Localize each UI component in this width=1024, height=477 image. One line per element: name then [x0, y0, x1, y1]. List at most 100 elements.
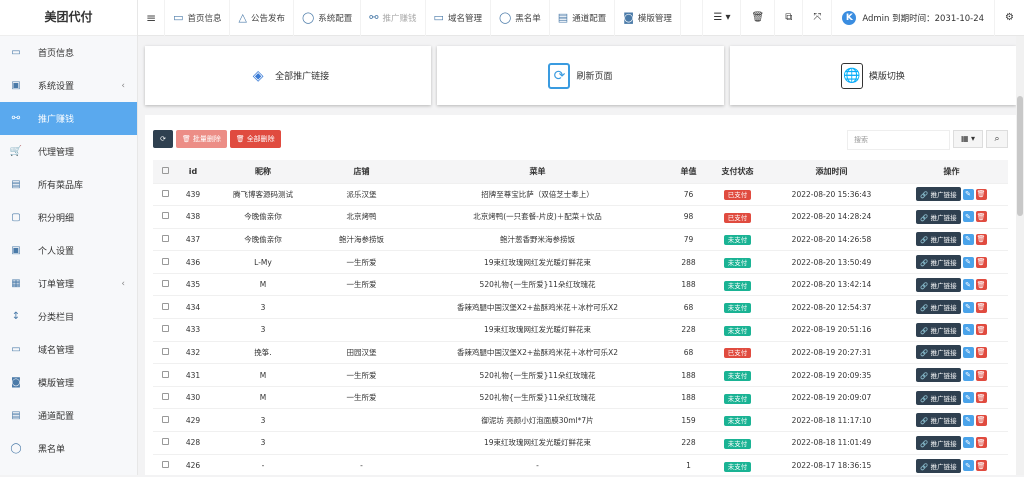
cell-menu: 香辣鸡腿中国汉堡X2+盐酥鸡米花＋冰柠可乐X2	[405, 295, 670, 319]
status-badge: 已支付	[723, 212, 752, 223]
promo-link-button[interactable]: 🔗 推广链接	[916, 187, 961, 202]
edit-button[interactable]: ✎	[962, 256, 974, 268]
sidebar-item[interactable]: ▤ 通道配置	[0, 399, 137, 432]
edit-button[interactable]: ✎	[962, 279, 974, 291]
table-row: 428 3 19束红玫瑰网红发光暖灯鲜花束 228 未支付 2022-08-18…	[153, 431, 1008, 455]
edit-button[interactable]: ✎	[962, 369, 974, 381]
header-tab[interactable]: ◙ 模版管理	[615, 0, 681, 36]
sidebar-item[interactable]: ▭ 域名管理	[0, 333, 137, 366]
header-tab[interactable]: ▭ 域名管理	[426, 0, 491, 36]
row-checkbox[interactable]	[153, 272, 178, 296]
row-checkbox[interactable]	[153, 227, 178, 251]
all-promo-links-card[interactable]: ◈ 全部推广链接	[145, 46, 432, 105]
promo-link-button[interactable]: 🔗 推广链接	[916, 232, 961, 247]
delete-button[interactable]: 🗑	[975, 324, 987, 336]
header-tab[interactable]: △ 公告发布	[230, 0, 294, 36]
header-tab[interactable]: ⚯ 推广赚钱	[361, 0, 426, 36]
menu-toggle-button[interactable]: ≡	[138, 0, 166, 36]
delete-button[interactable]: 🗑	[975, 460, 987, 472]
sidebar-item[interactable]: ⚯ 推广赚钱	[0, 102, 137, 135]
row-checkbox[interactable]	[153, 295, 178, 319]
sidebar-item[interactable]: 🛒 代理管理	[0, 135, 137, 168]
promo-link-button[interactable]: 🔗 推广链接	[916, 390, 961, 405]
edit-button[interactable]: ✎	[962, 437, 974, 449]
edit-button[interactable]: ✎	[962, 211, 974, 223]
edit-button[interactable]: ✎	[962, 392, 974, 404]
columns-button[interactable]: ▦ ▾	[953, 130, 983, 148]
edit-button[interactable]: ✎	[962, 324, 974, 336]
refresh-button[interactable]: ⟳	[153, 130, 173, 148]
user-menu[interactable]: K Admin 到期时间：2031-10-24	[831, 0, 994, 36]
cell-id: 433	[178, 318, 208, 342]
row-checkbox[interactable]	[153, 318, 178, 342]
delete-button[interactable]: 🗑	[975, 279, 987, 291]
delete-button[interactable]: 🗑	[975, 414, 987, 426]
delete-button[interactable]: 🗑	[975, 346, 987, 358]
promo-link-button[interactable]: 🔗 推广链接	[916, 209, 961, 224]
select-all-checkbox[interactable]	[153, 160, 178, 183]
batch-delete-button[interactable]: 🗑 批量删除	[176, 130, 227, 148]
delete-button[interactable]: 🗑	[975, 188, 987, 200]
row-checkbox[interactable]	[153, 250, 178, 274]
promo-link-button[interactable]: 🔗 推广链接	[916, 300, 961, 315]
sidebar-item[interactable]: ▣ 系统设置 ‹	[0, 69, 137, 102]
template-switch-card[interactable]: 🌐 模版切换	[729, 46, 1016, 105]
edit-button[interactable]: ✎	[962, 233, 974, 245]
row-checkbox[interactable]	[153, 431, 178, 455]
list-dropdown-button[interactable]: ☰ ▾	[702, 0, 740, 36]
edit-button[interactable]: ✎	[962, 460, 974, 472]
sidebar-item[interactable]: ▤ 所有菜品库	[0, 168, 137, 201]
cell-nick: 3	[208, 295, 318, 319]
promo-link-button[interactable]: 🔗 推广链接	[916, 458, 961, 473]
delete-button[interactable]: 🗑	[975, 301, 987, 313]
edit-button[interactable]: ✎	[962, 188, 974, 200]
cell-id: 431	[178, 363, 208, 387]
copy-icon[interactable]: ⧉	[774, 0, 802, 36]
sidebar-item[interactable]: ▢ 积分明细	[0, 201, 137, 234]
promo-link-button[interactable]: 🔗 推广链接	[916, 345, 961, 360]
promo-link-button[interactable]: 🔗 推广链接	[916, 368, 961, 383]
header-tab[interactable]: ▤ 通道配置	[550, 0, 616, 36]
row-checkbox[interactable]	[153, 408, 178, 432]
row-checkbox[interactable]	[153, 182, 178, 206]
refresh-page-card[interactable]: ⟳ 刷新页面	[437, 46, 724, 105]
row-checkbox[interactable]	[153, 363, 178, 387]
sidebar-item[interactable]: ↕ 分类栏目	[0, 300, 137, 333]
promo-link-button[interactable]: 🔗 推广链接	[916, 255, 961, 270]
search-input[interactable]: 搜索	[847, 130, 950, 150]
header-tab[interactable]: ◯ 黑名单	[491, 0, 550, 36]
row-checkbox[interactable]	[153, 205, 178, 229]
delete-button[interactable]: 🗑	[975, 256, 987, 268]
promo-link-button[interactable]: 🔗 推广链接	[916, 322, 961, 337]
cell-menu: 520礼物{一生所爱}11朵红玫瑰花	[405, 363, 670, 387]
edit-button[interactable]: ✎	[962, 301, 974, 313]
delete-button[interactable]: 🗑	[975, 369, 987, 381]
row-checkbox[interactable]	[153, 340, 178, 364]
sidebar-item[interactable]: ◙ 模版管理	[0, 366, 137, 399]
promo-link-button[interactable]: 🔗 推广链接	[916, 413, 961, 428]
sidebar-item[interactable]: ◯ 黑名单	[0, 432, 137, 465]
header-tab[interactable]: ◯ 系统配置	[294, 0, 362, 36]
cell-shop: 派乐汉堡	[318, 182, 405, 206]
edit-button[interactable]: ✎	[962, 414, 974, 426]
delete-button[interactable]: 🗑	[975, 233, 987, 245]
scrollbar[interactable]	[1016, 36, 1024, 475]
cell-time: 2022-08-20 12:54:37	[768, 295, 895, 319]
delete-button[interactable]: 🗑	[975, 392, 987, 404]
search-button[interactable]: ⌕	[986, 130, 1008, 148]
promo-link-button[interactable]: 🔗 推广链接	[916, 435, 961, 450]
sidebar-item[interactable]: ▦ 订单管理 ‹	[0, 267, 137, 300]
fullscreen-icon[interactable]: ⤧	[802, 0, 831, 36]
delete-button[interactable]: 🗑	[975, 211, 987, 223]
sidebar-item[interactable]: ▣ 个人设置	[0, 234, 137, 267]
promo-link-button[interactable]: 🔗 推广链接	[916, 277, 961, 292]
gears-icon[interactable]: ⚙	[994, 0, 1024, 36]
sidebar-item[interactable]: ▭ 首页信息	[0, 36, 137, 69]
delete-all-button[interactable]: 🗑 全部删除	[229, 130, 281, 148]
edit-button[interactable]: ✎	[962, 346, 974, 358]
trash-icon[interactable]: 🗑	[740, 0, 774, 36]
delete-button[interactable]: 🗑	[975, 437, 987, 449]
row-checkbox[interactable]	[153, 385, 178, 409]
header-tab[interactable]: ▭ 首页信息	[165, 0, 231, 36]
row-checkbox[interactable]	[153, 453, 178, 477]
